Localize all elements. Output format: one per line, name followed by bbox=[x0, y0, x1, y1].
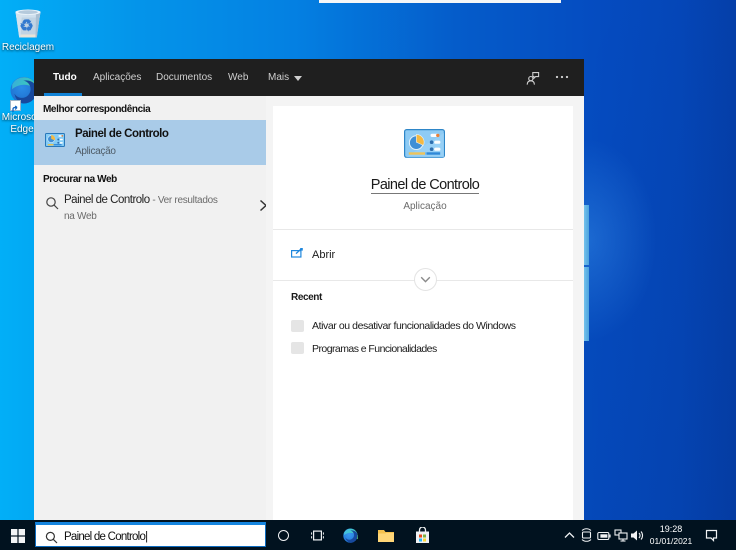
svg-text:♻: ♻ bbox=[19, 18, 33, 35]
